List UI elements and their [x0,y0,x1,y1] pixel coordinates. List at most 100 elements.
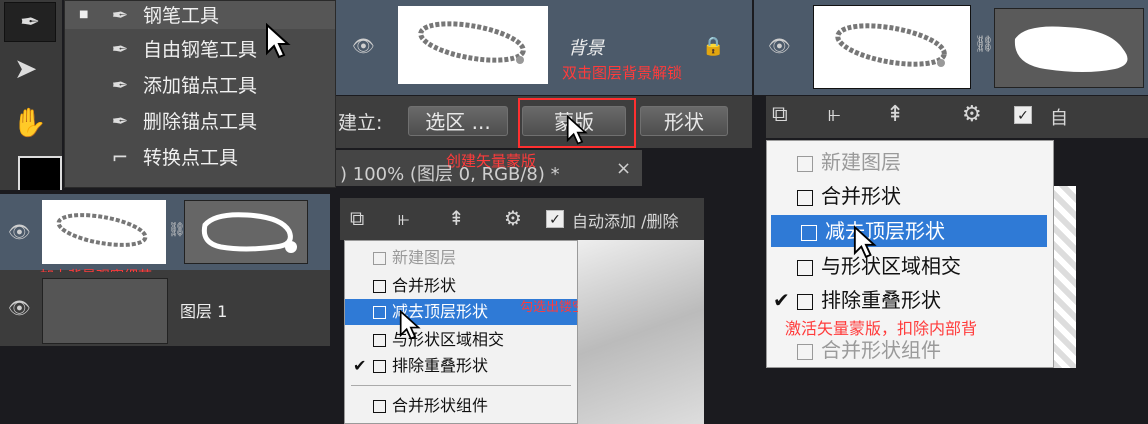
intersect-shape-icon [373,334,386,347]
canvas-preview [578,240,704,424]
auto-add-label: 自 [1050,108,1068,129]
menu-item-freeform-pen-tool[interactable]: ✒ 自由钢笔工具 [65,35,257,63]
mouse-cursor-icon [566,114,588,145]
eye-visibility-icon[interactable]: 👁 [768,36,791,57]
auto-add-delete-label: 自动添加 /删除 [572,212,679,231]
layer-1-thumbnail[interactable] [42,278,168,344]
layer-row-layer-1[interactable]: 👁 图层 1 [0,272,330,346]
new-layer-icon [373,252,386,265]
menu-item-new-layer[interactable]: 新建图层 [767,147,1053,177]
path-select-tool-button[interactable]: ➤ [14,52,37,85]
layer-thumbnail[interactable] [42,200,166,264]
menu-item-exclude-overlapping-shapes[interactable]: ✔ 排除重叠形状 [767,285,1053,315]
layer-name[interactable]: 背景 [568,34,604,60]
path-operations-icon[interactable]: ⧉ [350,206,364,230]
menu-item-label: 与形状区域相交 [821,254,961,278]
path-alignment-icon[interactable]: ⫦ [828,102,840,127]
foreground-color-swatch[interactable] [18,156,62,190]
menu-item-convert-point-tool[interactable]: ⌐ 转换点工具 [65,143,238,171]
mouse-cursor-icon [853,225,877,258]
menu-item-label: 减去顶层形状 [825,219,945,243]
options-bar: 建立: 选区 ... 蒙版 形状 [336,96,752,148]
lock-icon[interactable]: 🔒 [702,36,724,57]
menu-item-label: 新建图层 [821,150,901,174]
document-tab[interactable]: 创建矢量蒙版 ) 100% (图层 0, RGB/8) * × [336,150,642,186]
bracelet-image-icon [835,23,947,67]
merge-components-icon [797,343,813,360]
gear-icon[interactable]: ⚙ [962,102,982,127]
merge-components-icon [373,400,386,413]
path-arrangement-icon[interactable]: ⇞ [886,102,904,127]
pen-tool-flyout-menu: ■ ✒ 钢笔工具 ✒ 自由钢笔工具 ✒ 添加锚点工具 ✒ 删除锚点工具 ⌐ 转换… [64,0,336,188]
menu-item-label: 自由钢笔工具 [143,39,258,61]
pen-icon: ✒ [111,3,129,27]
layers-panel-top: 👁 背景 🔒 双击图层背景解锁 [336,0,752,95]
auto-add-delete-checkbox[interactable]: ✓ [546,208,564,228]
menu-item-new-layer[interactable]: 新建图层 [345,245,577,271]
path-arrangement-icon[interactable]: ⇞ [448,206,465,230]
menu-item-merge-shape-components[interactable]: 合并形状组件 [767,335,1053,365]
menu-item-label: 合并形状组件 [392,396,489,415]
menu-item-combine-shapes[interactable]: 合并形状 [767,181,1053,211]
checkmark-icon: ✔ [773,288,790,312]
shape-button[interactable]: 形状 [640,106,728,136]
pen-tool-button[interactable]: ✒ [4,2,56,42]
exclude-shape-icon [797,293,813,310]
menu-item-label: 删除锚点工具 [143,111,258,133]
tools-strip: ✒ ➤ ✋ [0,0,62,190]
bracelet-image-icon [56,213,148,247]
layer-row-with-mask[interactable]: 👁 ⛓ 加上背景观察细节 [0,194,330,285]
layer-name[interactable]: 图层 1 [180,298,227,322]
menu-item-exclude-overlapping-shapes[interactable]: ✔ 排除重叠形状 [345,353,577,379]
eye-visibility-icon[interactable]: 👁 [8,222,31,243]
bracelet-image-icon [418,21,526,64]
menu-item-intersect-shape-areas[interactable]: 与形状区域相交 [767,251,1053,281]
checkmark-icon: ✓ [546,209,564,228]
mask-outline-icon [201,212,297,253]
selection-button[interactable]: 选区 ... [408,106,508,136]
menu-item-delete-anchor-tool[interactable]: ✒ 删除锚点工具 [65,107,257,135]
auto-add-delete-checkbox[interactable]: ✓ [1014,104,1032,124]
path-alignment-icon[interactable]: ⫦ [398,206,409,230]
menu-item-label: 排除重叠形状 [392,356,489,375]
subtract-shape-icon [373,306,386,319]
menu-item-intersect-shape-areas[interactable]: 与形状区域相交 [345,327,577,353]
mouse-cursor-icon [399,309,421,340]
mask-shape-icon [1014,26,1128,72]
menu-item-label: 合并形状组件 [821,338,941,362]
arrow-cursor-icon: ➤ [14,52,38,85]
menu-item-subtract-front-shape[interactable]: 减去顶层形状 [771,215,1047,247]
eye-visibility-icon[interactable]: 👁 [8,298,31,319]
vector-mask-thumbnail[interactable] [184,200,308,264]
layer-with-mask-top: 👁 ⛓ [754,0,1148,95]
menu-item-label: 转换点工具 [143,147,239,169]
hand-icon: ✋ [12,106,47,139]
eye-visibility-icon[interactable]: 👁 [352,36,375,57]
menu-item-pen-tool[interactable]: ■ ✒ 钢笔工具 [65,1,335,29]
mouse-cursor-icon [266,23,291,59]
make-label: 建立: [338,112,383,134]
path-ops-toolbar-middle: ⧉ ⫦ ⇞ ⚙ ✓ 自动添加 /删除 [340,198,704,240]
menu-item-merge-shape-components[interactable]: 合并形状组件 [345,393,577,419]
menu-item-add-anchor-tool[interactable]: ✒ 添加锚点工具 [65,71,257,99]
combine-shapes-icon [797,189,813,206]
hand-tool-button[interactable]: ✋ [12,106,47,139]
freeform-pen-icon: ✒ [111,37,129,61]
checkmark-icon: ✓ [1014,105,1032,124]
chain-link-icon[interactable]: ⛓ [974,34,994,53]
annotation-unlock: 双击图层背景解锁 [562,64,683,82]
combine-shapes-icon [373,280,386,293]
vector-mask-thumbnail[interactable] [994,8,1144,88]
selected-bullet: ■ [79,9,89,20]
subtract-shape-icon [801,224,817,241]
path-operations-menu-middle: 新建图层 合并形状 减去顶层形状 与形状区域相交 ✔ 排除重叠形状 合并形状组件 [344,240,578,424]
gear-icon[interactable]: ⚙ [504,206,522,230]
layer-thumbnail[interactable] [813,5,971,89]
menu-item-label: 排除重叠形状 [821,288,941,312]
close-icon[interactable]: × [616,158,631,179]
background-layer-thumbnail[interactable] [398,6,548,84]
canvas-transparency [1054,186,1076,368]
path-operations-icon[interactable]: ⧉ [772,102,788,127]
intersect-shape-icon [797,259,813,276]
layers-panel-bottom: 👁 ⛓ 加上背景观察细节 👁 图层 1 [0,194,330,346]
